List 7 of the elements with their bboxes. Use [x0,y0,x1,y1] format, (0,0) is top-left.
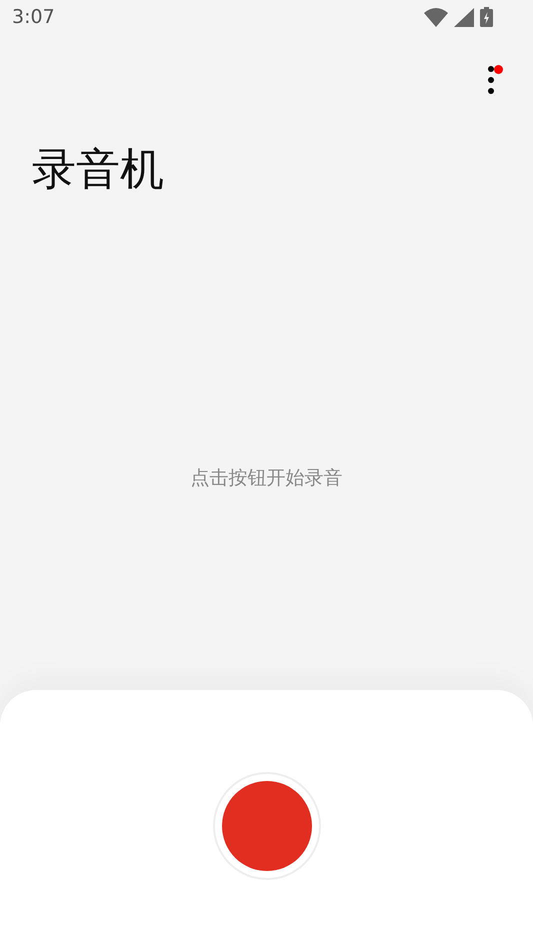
wifi-icon [424,7,448,27]
signal-icon [454,8,474,26]
hint-text: 点击按钮开始录音 [190,466,342,492]
more-icon [488,66,494,94]
battery-icon [480,7,493,27]
status-time: 3:07 [12,6,55,28]
page-title: 录音机 [32,144,165,197]
